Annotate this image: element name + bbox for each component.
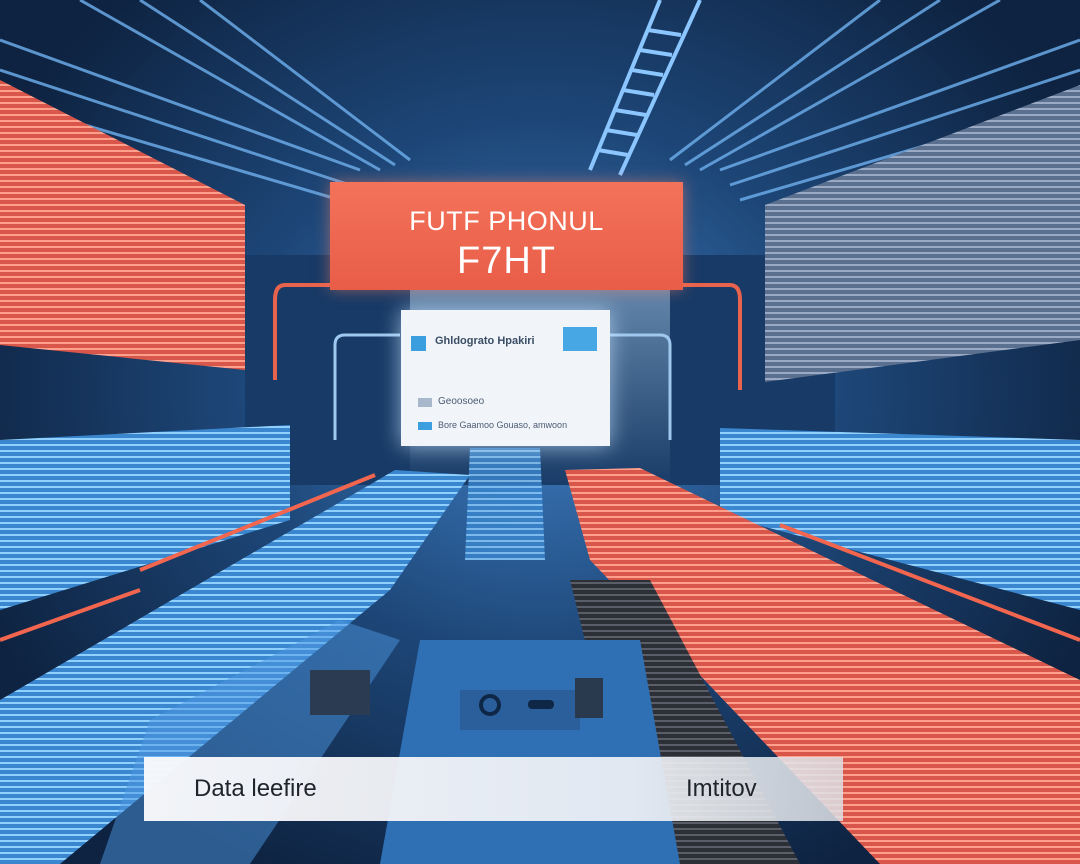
banner-subtitle: F7HT bbox=[457, 240, 556, 282]
panel-title: Ghldograto Hpakiri bbox=[435, 335, 535, 347]
row-marker-icon bbox=[418, 422, 432, 430]
right-grey-rack bbox=[765, 85, 1080, 382]
scene: FUTF PHONUL F7HT Ghldograto Hpakiri Geoo… bbox=[0, 0, 1080, 864]
panel-icon bbox=[411, 336, 426, 351]
left-red-rack bbox=[0, 80, 245, 370]
caption-right: Imtitov bbox=[686, 775, 757, 802]
row-marker-icon bbox=[418, 398, 432, 407]
info-panel: Ghldograto Hpakiri Geoosoeo Bore Gaamoo … bbox=[401, 310, 610, 446]
panel-row-2: Bore Gaamoo Gouaso, amwoon bbox=[438, 420, 568, 430]
panel-row-1: Geoosoeo bbox=[438, 396, 485, 407]
banner-title: FUTF PHONUL bbox=[409, 206, 604, 236]
center-column bbox=[465, 448, 545, 560]
floor-console bbox=[310, 640, 680, 864]
bottom-caption-bar: Data leefire Imtitov bbox=[144, 757, 843, 821]
title-banner: FUTF PHONUL F7HT bbox=[330, 182, 683, 290]
panel-thumbnail bbox=[563, 327, 597, 351]
caption-left: Data leefire bbox=[194, 775, 317, 802]
